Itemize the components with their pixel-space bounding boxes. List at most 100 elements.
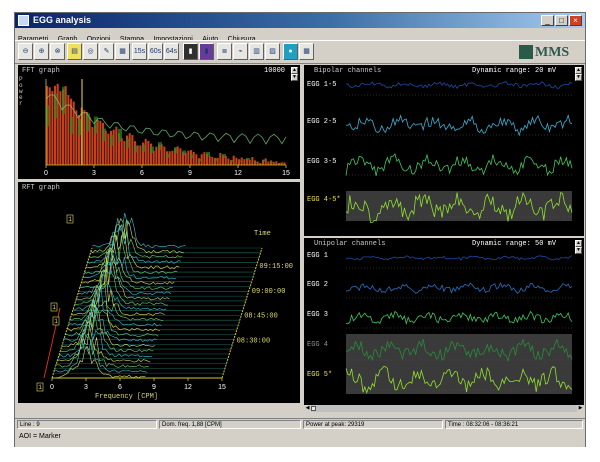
- zoom-out-icon[interactable]: ⊖: [18, 43, 33, 60]
- spectrum-icon[interactable]: ≣: [217, 43, 232, 60]
- fft-bar: [192, 151, 195, 165]
- close-button[interactable]: ×: [569, 15, 582, 26]
- globe-icon[interactable]: ●: [283, 43, 298, 60]
- display-mode-icon[interactable]: ▮: [183, 43, 198, 60]
- fft-bar: [83, 110, 86, 165]
- marker-icon[interactable]: ✎: [99, 43, 114, 60]
- fft-bar: [219, 152, 222, 165]
- fft-bar: [216, 157, 219, 165]
- fft-bar: [211, 156, 214, 165]
- rft-time-label: 09:15:00: [259, 263, 293, 271]
- fft-bar: [238, 159, 241, 165]
- fft-bar: [131, 134, 134, 165]
- fft-scale-value: 10000: [264, 67, 286, 75]
- fft-scale-up-button[interactable]: ▲: [291, 67, 298, 74]
- rft-spectrum-trace: [77, 254, 172, 296]
- fft-bar: [163, 146, 166, 165]
- unipolar-channel-label: EGG 5*: [307, 371, 333, 379]
- fft-bar: [123, 141, 126, 165]
- zoom-fit-icon[interactable]: ⊗: [50, 43, 65, 60]
- fft-scale-down-button[interactable]: ▼: [291, 74, 298, 81]
- rft-marker: 1: [68, 216, 72, 223]
- horizontal-scrollbar[interactable]: ◀ ▶: [304, 405, 584, 412]
- timebase-15s-button[interactable]: 15s: [132, 43, 147, 60]
- minimize-button[interactable]: _: [541, 15, 554, 26]
- fft-bar: [59, 91, 62, 165]
- fft-bar: [195, 154, 198, 165]
- status-time: Time : 08:32:06 - 08:36:21: [445, 420, 583, 429]
- rft-title: RFT graph: [22, 184, 60, 192]
- fft-ylabel: P o w e r: [19, 76, 23, 107]
- fft-bar: [171, 150, 174, 165]
- scroll-left-button[interactable]: ◀: [304, 405, 311, 412]
- channel-waveform: [345, 114, 573, 137]
- fft-bar: [56, 83, 59, 165]
- aoi-indicator: AOI = Marker: [19, 433, 61, 440]
- toolbar: ⊖ ⊕ ⊗ ▤ ◎ ✎ ▦ 15s 60s 64s ▮ ▮ ≣ ⌁ ▥ ▨ ● …: [15, 40, 585, 64]
- bipolar-title: Bipolar channels: [314, 67, 382, 75]
- title-bar: EGG analysis _ □ ×: [15, 13, 585, 28]
- status-power-peak: Power at peak: 29319: [303, 420, 443, 429]
- rft-graph-panel: 0 3 6 9 12 15 09:15:00 09:00:00 08:45:00 08:30:00…: [18, 182, 300, 403]
- rft-spectrum-trace: [91, 212, 186, 249]
- channel-waveform: [345, 255, 573, 261]
- bipolar-range-down-button[interactable]: ▼: [575, 74, 582, 81]
- scroll-thumb[interactable]: [311, 406, 316, 411]
- logo-text: MMS: [535, 45, 570, 60]
- color-mode-icon[interactable]: ▮: [199, 43, 214, 60]
- bipolar-range-up-button[interactable]: ▲: [575, 67, 582, 74]
- fft-bar: [120, 138, 123, 165]
- page-icon[interactable]: ▤: [67, 43, 82, 60]
- fft-bar: [139, 145, 142, 165]
- unipolar-range-up-button[interactable]: ▲: [575, 240, 582, 247]
- fft-tick-label: 6: [140, 170, 144, 177]
- filter-icon[interactable]: ▦: [115, 43, 130, 60]
- unipolar-channel-label: EGG 4: [307, 341, 329, 349]
- bipolar-channels-panel: Bipolar channels Dynamic range: 20 mV ▲ …: [304, 65, 584, 236]
- zoom-in-icon[interactable]: ⊕: [34, 43, 49, 60]
- fft-bar: [160, 144, 163, 165]
- fft-bar: [176, 146, 179, 165]
- fft-bar: [267, 161, 270, 165]
- fft-bar: [136, 145, 139, 165]
- fft-tick-label: 0: [44, 170, 48, 177]
- timebase-60s-button[interactable]: 60s: [148, 43, 163, 60]
- fft-green-band: [206, 151, 210, 157]
- rft-time-label: 08:30:00: [237, 337, 271, 345]
- fft-bar: [91, 127, 94, 165]
- menu-bar: Parametri Graph Opzioni Stampa Impostazi…: [15, 28, 585, 43]
- timebase-64s-button[interactable]: 64s: [164, 43, 179, 60]
- fft-bar: [147, 140, 150, 165]
- fft-bar: [227, 158, 230, 165]
- channel-highlight-band: [346, 364, 572, 394]
- grid-icon[interactable]: ▦: [299, 43, 314, 60]
- analysis-icon[interactable]: ⌁: [233, 43, 248, 60]
- view-icon[interactable]: ◎: [83, 43, 98, 60]
- channel-waveform: [345, 281, 573, 294]
- rft-time-label: 08:45:00: [244, 313, 278, 321]
- fft-bar: [179, 148, 182, 165]
- fft-bar: [99, 120, 102, 165]
- fft-graph-panel: 0 3 6 9 12 15 FFT graph 10000 ▲ ▼ P o w e r: [18, 65, 300, 179]
- scroll-right-button[interactable]: ▶: [577, 405, 584, 412]
- maximize-button[interactable]: □: [555, 15, 568, 26]
- channel-highlight-band: [346, 334, 572, 364]
- fft-bar: [248, 159, 251, 165]
- unipolar-plot: [345, 255, 573, 394]
- rft-tick-label: 6: [118, 384, 122, 391]
- fft-bar: [235, 157, 238, 165]
- fft-bar: [224, 156, 227, 165]
- fft-bar: [168, 151, 171, 165]
- export-icon[interactable]: ▨: [265, 43, 280, 60]
- unipolar-range-down-button[interactable]: ▼: [575, 247, 582, 254]
- fft-title: FFT graph: [22, 67, 60, 75]
- bottom-bar: AOI = Marker: [15, 429, 585, 447]
- rft-tick-label: 9: [152, 384, 156, 391]
- rft-spectrum-trace: [61, 307, 156, 347]
- fft-bar: [251, 157, 254, 165]
- report-icon[interactable]: ▥: [249, 43, 264, 60]
- fft-bar: [243, 159, 246, 165]
- bipolar-channel-label: EGG 3-5: [307, 158, 337, 166]
- rft-spectrum-trace: [55, 333, 149, 368]
- fft-bar: [166, 151, 169, 165]
